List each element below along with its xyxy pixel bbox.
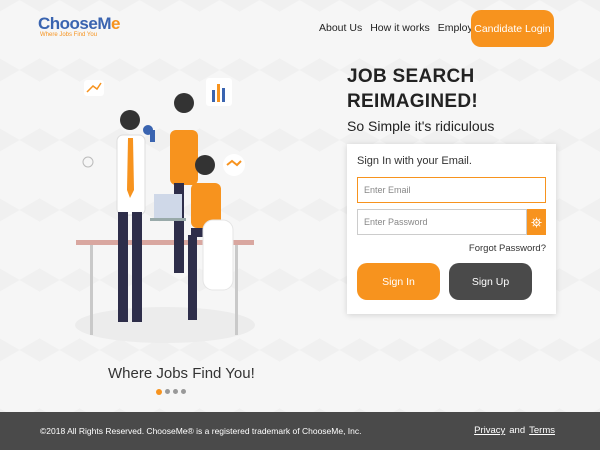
terms-link[interactable]: Terms — [529, 425, 555, 436]
copyright-text: ©2018 All Rights Reserved. ChooseMe® is … — [40, 426, 362, 436]
desk-leg-right — [235, 245, 238, 335]
laptop-base — [150, 218, 186, 221]
gear-icon — [82, 156, 94, 168]
show-password-button[interactable] — [527, 209, 546, 235]
hero-illustration — [75, 78, 255, 343]
handshake-icon — [223, 154, 245, 176]
man-head — [120, 110, 140, 130]
seated-man-leg — [188, 235, 197, 320]
footer-links: Privacy and Terms — [474, 425, 555, 436]
laptop — [154, 194, 182, 218]
desk-leg-left — [90, 245, 93, 335]
man-leg-right — [132, 212, 142, 322]
logo[interactable]: ChooseMe Where Jobs Find You — [38, 14, 120, 38]
floor-shadow — [75, 307, 255, 343]
signup-button[interactable]: Sign Up — [449, 263, 532, 300]
illustration-tagline: Where Jobs Find You! — [108, 365, 255, 382]
phone — [150, 130, 155, 142]
carousel-dot-3[interactable] — [173, 389, 178, 394]
privacy-link[interactable]: Privacy — [474, 425, 505, 436]
man-leg-left — [118, 212, 128, 322]
password-field[interactable] — [357, 209, 527, 235]
signin-button[interactable]: Sign In — [357, 263, 440, 300]
carousel-dot-2[interactable] — [165, 389, 170, 394]
man-tie — [127, 138, 134, 198]
logo-wordmark-blue: ChooseM — [38, 14, 112, 33]
signin-card: Sign In with your Email. Forgot Password… — [347, 144, 556, 314]
logo-wordmark-orange: e — [111, 14, 120, 33]
hero-title-line1: JOB SEARCH — [347, 66, 475, 87]
forgot-password-link[interactable]: Forgot Password? — [469, 243, 546, 254]
eye-icon — [531, 216, 542, 228]
signin-title: Sign In with your Email. — [357, 155, 472, 167]
seated-man-head — [195, 155, 215, 175]
footer-and: and — [509, 425, 526, 436]
carousel-dots — [156, 388, 186, 395]
hero-title-line2: REIMAGINED! — [347, 91, 479, 112]
carousel-dot-1[interactable] — [156, 388, 162, 395]
carousel-dot-4[interactable] — [181, 389, 186, 394]
hero-title: JOB SEARCH REIMAGINED! — [347, 64, 478, 114]
woman-head — [174, 93, 194, 113]
email-field[interactable] — [357, 177, 546, 203]
chart-card-icon — [84, 80, 104, 96]
chair — [202, 219, 234, 291]
woman-top — [170, 130, 198, 185]
footer: ©2018 All Rights Reserved. ChooseMe® is … — [0, 412, 600, 450]
logo-wordmark: ChooseMe — [38, 14, 120, 34]
hero-subtitle: So Simple it's ridiculous — [347, 118, 495, 134]
candidate-login-button[interactable]: Candidate Login — [471, 10, 554, 47]
main-nav: About Us How it works Employers — [319, 22, 487, 34]
nav-how-it-works[interactable]: How it works — [370, 22, 430, 34]
nav-about-us[interactable]: About Us — [319, 22, 362, 34]
